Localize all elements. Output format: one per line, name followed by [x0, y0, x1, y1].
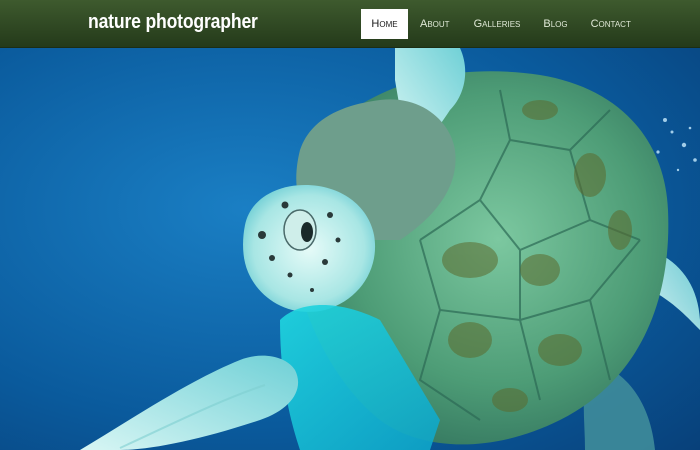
nav-galleries[interactable]: Galleries — [462, 9, 532, 39]
nav-blog[interactable]: Blog — [531, 9, 578, 39]
sea-turtle-photo — [0, 48, 700, 450]
nav-contact[interactable]: Contact — [579, 9, 641, 39]
nav-home[interactable]: Home — [361, 9, 408, 39]
site-title[interactable]: nature photographer — [88, 11, 258, 34]
nav-about[interactable]: About — [409, 9, 462, 39]
main-nav: Home About Galleries Blog Contact — [361, 9, 641, 39]
hero-image — [0, 48, 700, 450]
site-header: nature photographer Home About Galleries… — [0, 0, 700, 48]
